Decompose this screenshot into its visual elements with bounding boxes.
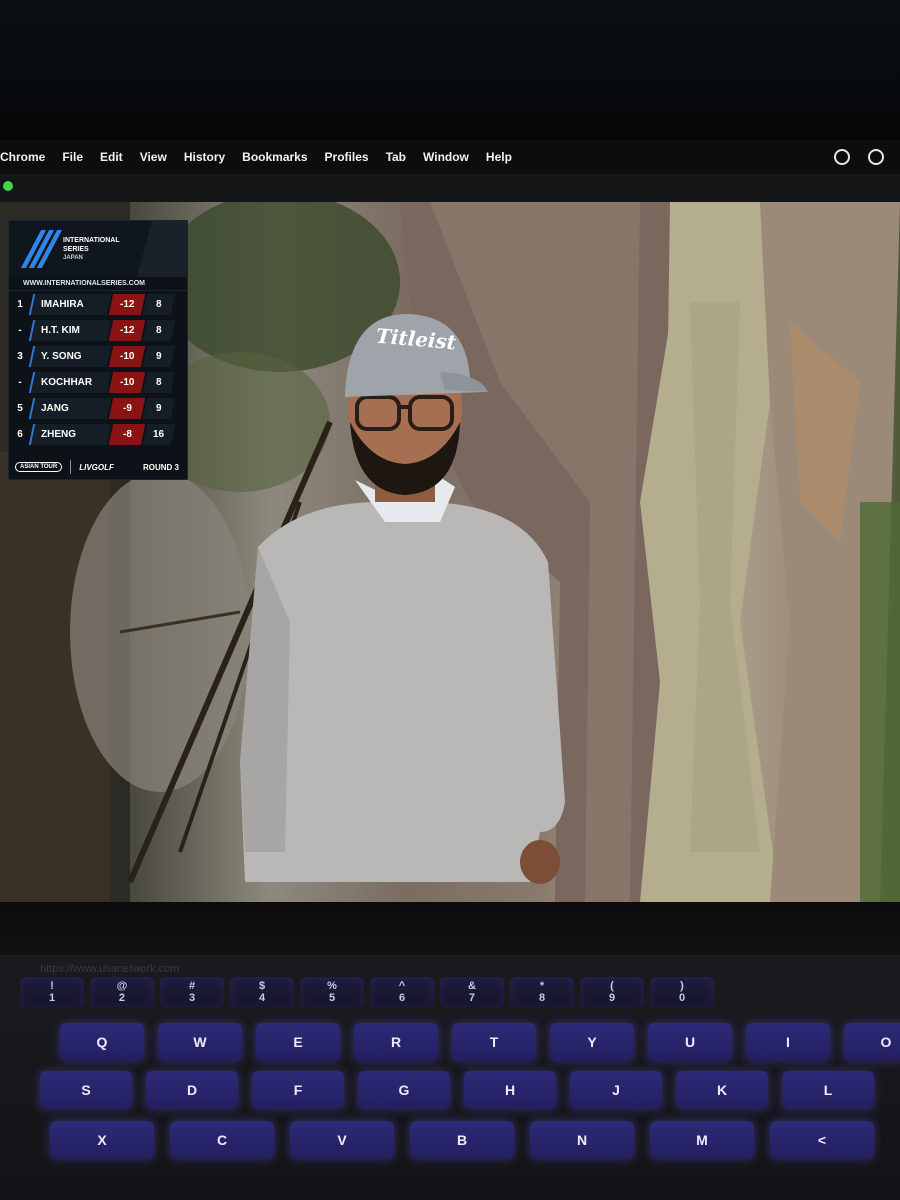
- liv-golf-logo: LIVGOLF: [79, 462, 114, 472]
- key-row2-4[interactable]: T: [452, 1023, 536, 1061]
- row-thru: 8: [142, 371, 176, 393]
- row-position: 6: [17, 428, 23, 440]
- row-position: 5: [17, 402, 23, 414]
- row-thru: 9: [142, 345, 176, 367]
- menu-chrome[interactable]: Chrome: [0, 150, 45, 164]
- menubar-status-icons: [834, 149, 884, 165]
- key-row3-4[interactable]: H: [464, 1071, 556, 1109]
- key-row2-8[interactable]: O: [844, 1023, 900, 1061]
- key-row3-0[interactable]: S: [40, 1071, 132, 1109]
- leaderboard-footer: ASIAN TOUR LIVGOLF ROUND 3: [9, 455, 187, 479]
- row-position: 1: [17, 298, 23, 310]
- menu-history[interactable]: History: [184, 150, 225, 164]
- key-row2-7[interactable]: I: [746, 1023, 830, 1061]
- row-player-name: IMAHIRA: [28, 293, 112, 315]
- leaderboard-row: 5 JANG -9 9: [9, 395, 187, 421]
- key-row3-7[interactable]: L: [782, 1071, 874, 1109]
- row-position: -: [18, 376, 22, 388]
- key-row4-1[interactable]: C: [170, 1121, 274, 1159]
- key-row4-3[interactable]: B: [410, 1121, 514, 1159]
- key-row2-5[interactable]: Y: [550, 1023, 634, 1061]
- leaderboard-rows: 1 IMAHIRA -12 8- H.T. KIM -12 8 3 Y. SONG -10 9- KO…: [9, 291, 187, 447]
- leaderboard-row: - H.T. KIM -12 8: [9, 317, 187, 343]
- browser-tab-strip: [0, 174, 900, 202]
- row-thru: 16: [142, 423, 176, 445]
- footer-divider: [70, 460, 72, 474]
- screen-bezel-bottom: [0, 902, 900, 962]
- brand-line-3: JAPAN: [63, 254, 83, 261]
- leaderboard-row: 6 ZHENG -8 16: [9, 421, 187, 447]
- key-row2-1[interactable]: W: [158, 1023, 242, 1061]
- menu-edit[interactable]: Edit: [100, 150, 123, 164]
- row-thru: 8: [142, 293, 176, 315]
- play-circle-icon[interactable]: [868, 149, 884, 165]
- menu-bookmarks[interactable]: Bookmarks: [242, 150, 307, 164]
- row-player-name: Y. SONG: [28, 345, 112, 367]
- key-row2-6[interactable]: U: [648, 1023, 732, 1061]
- screen-bezel-top: [0, 0, 900, 140]
- laptop-keyboard: https://www.usanetwork.com ! 1 @ 2 # 3 $ 4%…: [0, 955, 900, 1200]
- international-series-logo-icon: [20, 229, 63, 269]
- leaderboard-overlay: INTERNATIONAL SERIES JAPAN WWW.INTERNATI…: [8, 220, 188, 480]
- row-position: 3: [17, 350, 23, 362]
- key-row4-0[interactable]: X: [50, 1121, 154, 1159]
- key-row1-5[interactable]: ^ 6: [370, 977, 434, 1007]
- key-row2-0[interactable]: Q: [60, 1023, 144, 1061]
- key-row1-0[interactable]: ! 1: [20, 977, 84, 1007]
- menu-tab[interactable]: Tab: [386, 150, 406, 164]
- leaderboard-header: INTERNATIONAL SERIES JAPAN: [9, 221, 187, 277]
- row-player-name: H.T. KIM: [28, 319, 112, 341]
- event-title: INTERNATIONAL SERIES JAPAN: [63, 236, 120, 263]
- header-slash-decoration: [137, 221, 187, 277]
- key-row1-4[interactable]: % 5: [300, 977, 364, 1007]
- key-row3-1[interactable]: D: [146, 1071, 238, 1109]
- menu-help[interactable]: Help: [486, 150, 512, 164]
- key-row4-6[interactable]: <: [770, 1121, 874, 1159]
- row-position: -: [18, 324, 22, 336]
- window-zoom-button[interactable]: [3, 181, 13, 191]
- key-row1-1[interactable]: @ 2: [90, 977, 154, 1007]
- row-score: -10: [108, 345, 146, 367]
- menu-file[interactable]: File: [62, 150, 83, 164]
- key-row1-6[interactable]: & 7: [440, 977, 504, 1007]
- round-label: ROUND 3: [142, 462, 179, 472]
- brand-line-1: INTERNATIONAL: [63, 236, 120, 244]
- menu-window[interactable]: Window: [423, 150, 469, 164]
- row-player-name: ZHENG: [28, 423, 112, 445]
- row-score: -9: [108, 397, 146, 419]
- row-score: -12: [108, 293, 146, 315]
- leaderboard-url: WWW.INTERNATIONALSERIES.COM: [9, 277, 187, 291]
- key-row1-8[interactable]: ( 9: [580, 977, 644, 1007]
- key-row1-7[interactable]: * 8: [510, 977, 574, 1007]
- screen-reflection-url: https://www.usanetwork.com: [40, 963, 180, 975]
- row-thru: 8: [142, 319, 176, 341]
- key-row3-3[interactable]: G: [358, 1071, 450, 1109]
- key-row2-2[interactable]: E: [256, 1023, 340, 1061]
- leaderboard-row: - KOCHHAR -10 8: [9, 369, 187, 395]
- key-row1-9[interactable]: ) 0: [650, 977, 714, 1007]
- menu-profiles[interactable]: Profiles: [325, 150, 369, 164]
- key-row4-2[interactable]: V: [290, 1121, 394, 1159]
- brand-line-2: SERIES: [63, 245, 89, 253]
- row-player-name: JANG: [28, 397, 112, 419]
- key-row1-2[interactable]: # 3: [160, 977, 224, 1007]
- asian-tour-logo: ASIAN TOUR: [15, 462, 63, 472]
- row-thru: 9: [142, 397, 176, 419]
- key-row4-5[interactable]: M: [650, 1121, 754, 1159]
- creative-cloud-icon[interactable]: [834, 149, 850, 165]
- row-player-name: KOCHHAR: [28, 371, 112, 393]
- row-score: -10: [108, 371, 146, 393]
- key-row3-5[interactable]: J: [570, 1071, 662, 1109]
- leaderboard-row: 1 IMAHIRA -12 8: [9, 291, 187, 317]
- key-row1-3[interactable]: $ 4: [230, 977, 294, 1007]
- menu-view[interactable]: View: [140, 150, 167, 164]
- key-row4-4[interactable]: N: [530, 1121, 634, 1159]
- leaderboard-row: 3 Y. SONG -10 9: [9, 343, 187, 369]
- row-score: -12: [108, 319, 146, 341]
- key-row3-6[interactable]: K: [676, 1071, 768, 1109]
- menu-bar: Chrome File Edit View History Bookmarks …: [0, 140, 900, 174]
- key-row2-3[interactable]: R: [354, 1023, 438, 1061]
- row-score: -8: [108, 423, 146, 445]
- key-row3-2[interactable]: F: [252, 1071, 344, 1109]
